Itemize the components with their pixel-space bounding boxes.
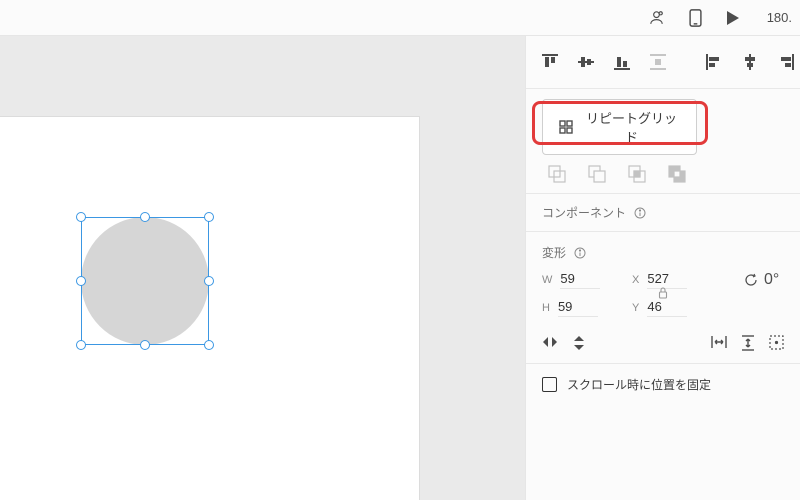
resize-handle-bl[interactable] <box>76 340 86 350</box>
align-bottom-icon[interactable] <box>614 54 630 70</box>
resize-handle-tr[interactable] <box>204 212 214 222</box>
responsive-resize-icon[interactable] <box>769 335 784 351</box>
play-icon[interactable] <box>726 10 740 26</box>
canvas-area[interactable] <box>0 36 525 500</box>
alignment-section <box>526 36 800 89</box>
transform-label: 変形 <box>542 244 566 261</box>
align-right-icon[interactable] <box>778 54 794 70</box>
resize-handle-ml[interactable] <box>76 276 86 286</box>
lock-aspect-icon[interactable] <box>658 287 668 299</box>
rotation-value[interactable]: 0° <box>764 271 784 289</box>
artboard[interactable] <box>0 116 420 500</box>
grid-icon <box>559 120 573 134</box>
align-hcenter-icon[interactable] <box>742 54 758 70</box>
flip-horizontal-icon[interactable] <box>542 335 558 351</box>
height-label: H <box>542 302 550 314</box>
account-icon[interactable] <box>648 9 665 26</box>
resize-handle-tl[interactable] <box>76 212 86 222</box>
resize-handle-bm[interactable] <box>140 340 150 350</box>
intersect-icon[interactable] <box>628 165 646 183</box>
device-preview-icon[interactable] <box>689 9 702 27</box>
resize-handle-tm[interactable] <box>140 212 150 222</box>
zoom-level[interactable]: 180. <box>764 10 792 25</box>
x-label: X <box>632 274 639 286</box>
boolean-ops-row <box>542 165 784 183</box>
transform-section: 変形 W 59 X 527 0° <box>526 232 800 364</box>
rotate-icon <box>744 273 758 287</box>
component-section: コンポーネント <box>526 194 800 232</box>
responsive-h-icon[interactable] <box>711 335 727 351</box>
align-top-icon[interactable] <box>542 54 558 70</box>
flip-vertical-icon[interactable] <box>572 335 586 351</box>
scroll-fix-row[interactable]: スクロール時に位置を固定 <box>526 364 800 405</box>
selected-shape[interactable] <box>81 217 209 345</box>
height-field[interactable]: H 59 <box>542 299 632 317</box>
selection-outline <box>81 217 209 345</box>
union-icon[interactable] <box>548 165 566 183</box>
scroll-fix-checkbox[interactable] <box>542 377 557 392</box>
scroll-fix-label: スクロール時に位置を固定 <box>567 376 711 393</box>
subtract-icon[interactable] <box>588 165 606 183</box>
width-field[interactable]: W 59 <box>542 271 632 289</box>
exclude-icon[interactable] <box>668 165 686 183</box>
height-value[interactable]: 59 <box>558 299 598 317</box>
resize-handle-mr[interactable] <box>204 276 214 286</box>
distribute-v-icon <box>650 54 666 70</box>
align-vcenter-icon[interactable] <box>578 54 594 70</box>
width-label: W <box>542 274 552 286</box>
info-icon[interactable] <box>574 247 586 259</box>
properties-panel: リピートグリッド コンポーネント 変形 <box>525 36 800 500</box>
align-left-icon[interactable] <box>706 54 722 70</box>
y-field[interactable]: Y 46 <box>632 299 722 317</box>
repeat-grid-label: リピートグリッド <box>583 108 680 146</box>
resize-handle-br[interactable] <box>204 340 214 350</box>
component-label: コンポーネント <box>542 204 626 221</box>
y-label: Y <box>632 302 639 314</box>
rotation-field[interactable]: 0° <box>744 271 784 289</box>
responsive-v-icon[interactable] <box>741 335 755 351</box>
top-toolbar: 180. <box>0 0 800 36</box>
info-icon[interactable] <box>634 207 646 219</box>
app-root: 180. <box>0 0 800 500</box>
repeat-grid-button[interactable]: リピートグリッド <box>542 99 697 155</box>
y-value[interactable]: 46 <box>647 299 687 317</box>
repeat-grid-section: リピートグリッド <box>526 89 800 194</box>
width-value[interactable]: 59 <box>560 271 600 289</box>
x-field[interactable]: X 527 <box>632 271 722 289</box>
